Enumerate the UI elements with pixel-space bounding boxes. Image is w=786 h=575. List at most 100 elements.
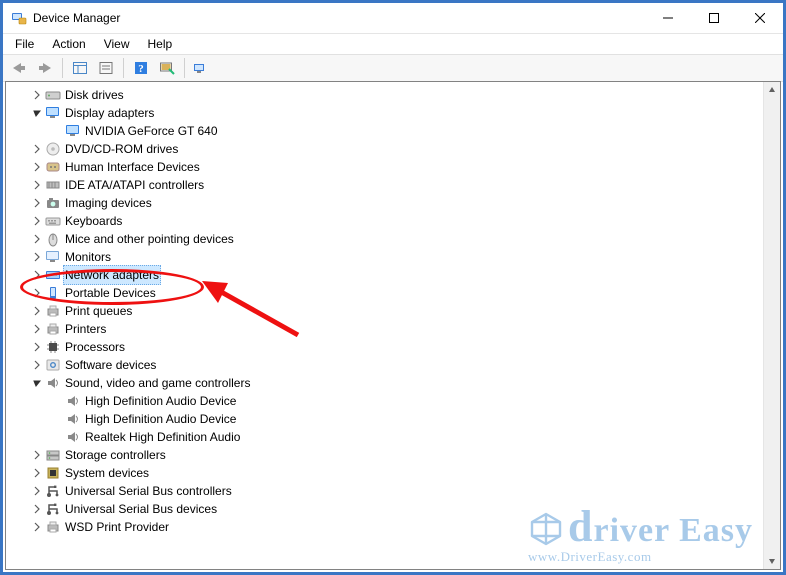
device-manager-window: Device Manager File Action View Help ? D…	[3, 3, 783, 572]
tree-node[interactable]: Universal Serial Bus controllers	[8, 482, 762, 500]
expand-icon[interactable]	[30, 160, 44, 174]
expand-icon[interactable]	[30, 142, 44, 156]
tree-node[interactable]: Monitors	[8, 248, 762, 266]
tree-node-label: High Definition Audio Device	[83, 392, 238, 410]
collapse-icon[interactable]	[30, 376, 44, 390]
tree-node[interactable]: System devices	[8, 464, 762, 482]
hdd-icon	[45, 87, 61, 103]
speaker-icon	[65, 411, 81, 427]
tree-node[interactable]: High Definition Audio Device	[8, 392, 762, 410]
expand-icon[interactable]	[30, 484, 44, 498]
tree-node-label: High Definition Audio Device	[83, 410, 238, 428]
expand-icon[interactable]	[30, 286, 44, 300]
tree-node-label: Software devices	[63, 356, 158, 374]
menu-bar: File Action View Help	[3, 34, 783, 54]
tree-node-label: Sound, video and game controllers	[63, 374, 252, 392]
expander-placeholder	[50, 394, 64, 408]
tree-node-label: Print queues	[63, 302, 134, 320]
expand-icon[interactable]	[30, 268, 44, 282]
tree-node[interactable]: Network adapters	[8, 266, 762, 284]
device-tree[interactable]: Disk drivesDisplay adaptersNVIDIA GeForc…	[6, 82, 764, 540]
tree-node[interactable]: Display adapters	[8, 104, 762, 122]
expand-icon[interactable]	[30, 214, 44, 228]
expand-icon[interactable]	[30, 502, 44, 516]
expand-icon[interactable]	[30, 304, 44, 318]
expand-icon[interactable]	[30, 466, 44, 480]
tree-node-label: Universal Serial Bus controllers	[63, 482, 234, 500]
back-button[interactable]	[7, 56, 31, 80]
tree-node[interactable]: Sound, video and game controllers	[8, 374, 762, 392]
tree-node-label: WSD Print Provider	[63, 518, 171, 536]
menu-action[interactable]: Action	[44, 35, 93, 53]
expander-placeholder	[50, 430, 64, 444]
tree-node[interactable]: IDE ATA/ATAPI controllers	[8, 176, 762, 194]
close-button[interactable]	[737, 3, 783, 33]
tree-node[interactable]: Software devices	[8, 356, 762, 374]
tree-node[interactable]: Mice and other pointing devices	[8, 230, 762, 248]
expand-icon[interactable]	[30, 448, 44, 462]
menu-file[interactable]: File	[7, 35, 42, 53]
tree-node[interactable]: DVD/CD-ROM drives	[8, 140, 762, 158]
expand-icon[interactable]	[30, 178, 44, 192]
tree-node[interactable]: Realtek High Definition Audio	[8, 428, 762, 446]
camera-icon	[45, 195, 61, 211]
tree-node-label: Portable Devices	[63, 284, 158, 302]
titlebar: Device Manager	[3, 3, 783, 34]
toolbar-separator	[184, 58, 185, 78]
chip-icon	[45, 465, 61, 481]
tree-node[interactable]: Storage controllers	[8, 446, 762, 464]
tree-node[interactable]: NVIDIA GeForce GT 640	[8, 122, 762, 140]
ata-icon	[45, 177, 61, 193]
expand-icon[interactable]	[30, 232, 44, 246]
expand-icon[interactable]	[30, 322, 44, 336]
tree-node[interactable]: Portable Devices	[8, 284, 762, 302]
tree-node-label: NVIDIA GeForce GT 640	[83, 122, 220, 140]
menu-help[interactable]: Help	[140, 35, 181, 53]
tree-node[interactable]: Processors	[8, 338, 762, 356]
tree-node[interactable]: High Definition Audio Device	[8, 410, 762, 428]
speaker-icon	[65, 393, 81, 409]
device-tree-pane: Disk drivesDisplay adaptersNVIDIA GeForc…	[5, 81, 781, 570]
network-icon	[45, 267, 61, 283]
properties-button[interactable]	[94, 56, 118, 80]
speaker-icon	[45, 375, 61, 391]
software-icon	[45, 357, 61, 373]
toolbar: ?	[3, 54, 783, 82]
expand-icon[interactable]	[30, 358, 44, 372]
tree-node[interactable]: Disk drives	[8, 86, 762, 104]
expand-icon[interactable]	[30, 340, 44, 354]
scroll-up-button[interactable]	[764, 82, 780, 98]
scroll-down-button[interactable]	[764, 553, 780, 569]
scan-hardware-button[interactable]	[155, 56, 179, 80]
portable-icon	[45, 285, 61, 301]
toolbar-separator	[62, 58, 63, 78]
tree-node-label: Realtek High Definition Audio	[83, 428, 242, 446]
show-hide-tree-button[interactable]	[68, 56, 92, 80]
forward-button[interactable]	[33, 56, 57, 80]
tree-node-label: Human Interface Devices	[63, 158, 202, 176]
tree-node[interactable]: Print queues	[8, 302, 762, 320]
tree-node[interactable]: WSD Print Provider	[8, 518, 762, 536]
printer-icon	[45, 303, 61, 319]
minimize-button[interactable]	[645, 3, 691, 33]
tree-node[interactable]: Human Interface Devices	[8, 158, 762, 176]
svg-text:?: ?	[138, 63, 144, 75]
help-button[interactable]: ?	[129, 56, 153, 80]
maximize-button[interactable]	[691, 3, 737, 33]
tree-node[interactable]: Imaging devices	[8, 194, 762, 212]
expand-icon[interactable]	[30, 520, 44, 534]
usb-icon	[45, 483, 61, 499]
expand-icon[interactable]	[30, 196, 44, 210]
tree-node-label: IDE ATA/ATAPI controllers	[63, 176, 206, 194]
tree-node[interactable]: Universal Serial Bus devices	[8, 500, 762, 518]
tree-node[interactable]: Printers	[8, 320, 762, 338]
menu-view[interactable]: View	[96, 35, 138, 53]
tree-node[interactable]: Keyboards	[8, 212, 762, 230]
printer-icon	[45, 519, 61, 535]
collapse-icon[interactable]	[30, 106, 44, 120]
expand-icon[interactable]	[30, 88, 44, 102]
uninstall-button[interactable]	[190, 56, 214, 80]
vertical-scrollbar[interactable]	[763, 82, 780, 569]
usb-icon	[45, 501, 61, 517]
expand-icon[interactable]	[30, 250, 44, 264]
